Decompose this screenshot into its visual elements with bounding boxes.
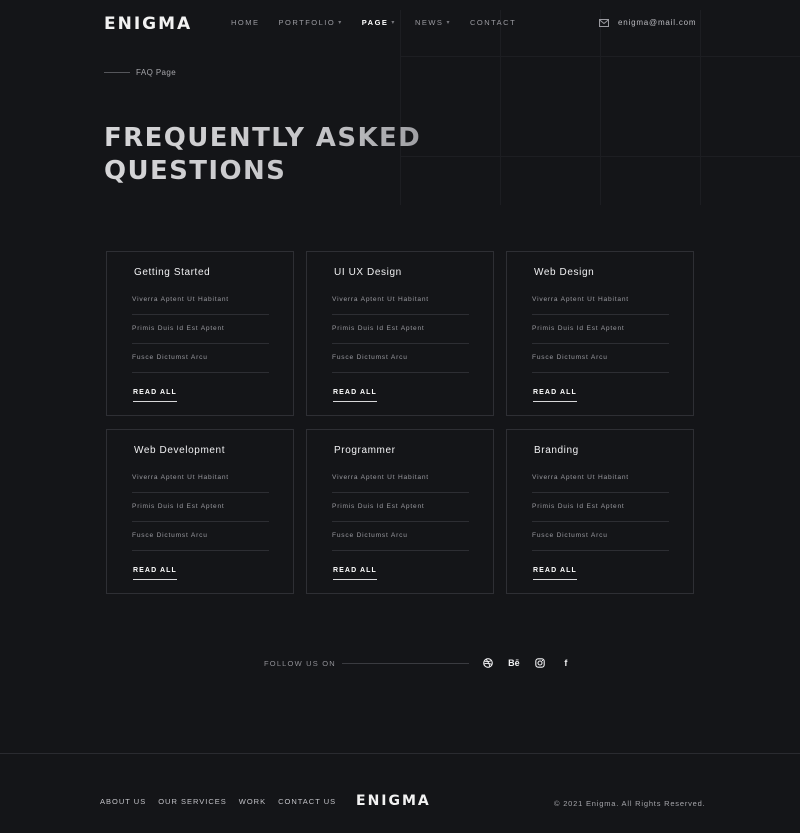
- read-all-link[interactable]: READ ALL: [333, 389, 377, 402]
- page-title-line-2: Questions: [104, 156, 287, 186]
- caret-down-icon: ▾: [338, 20, 343, 26]
- question-item[interactable]: Fusce Dictumst Arcu: [532, 344, 669, 373]
- card-title: UI UX Design: [334, 267, 402, 278]
- faq-card: Programmer Viverra Aptent Ut Habitant Pr…: [306, 429, 494, 594]
- footer-link-services[interactable]: OUR SERVICES: [158, 797, 227, 806]
- card-title: Branding: [534, 445, 579, 456]
- question-item[interactable]: Primis Duis Id Est Aptent: [332, 493, 469, 522]
- nav-item-label: PAGE: [361, 18, 389, 27]
- nav-item-label: PORTFOLIO: [278, 18, 336, 27]
- faq-card: Branding Viverra Aptent Ut Habitant Prim…: [506, 429, 694, 594]
- question-item[interactable]: Primis Duis Id Est Aptent: [532, 315, 669, 344]
- card-title: Web Design: [534, 267, 595, 278]
- read-all-link[interactable]: READ ALL: [533, 389, 577, 402]
- question-item[interactable]: Viverra Aptent Ut Habitant: [532, 464, 669, 493]
- faq-card: Web Development Viverra Aptent Ut Habita…: [106, 429, 294, 594]
- footer-link-work[interactable]: WORK: [239, 797, 266, 806]
- caret-down-icon: ▾: [446, 20, 451, 26]
- follow-us: FOLLOW US ON Bē f: [264, 656, 584, 670]
- card-title: Programmer: [334, 445, 396, 456]
- read-all-link[interactable]: READ ALL: [533, 567, 577, 580]
- card-title: Web Development: [134, 445, 226, 456]
- breadcrumb-line: [104, 72, 130, 73]
- nav-item-portfolio[interactable]: PORTFOLIO ▾: [279, 18, 343, 27]
- faq-card: UI UX Design Viverra Aptent Ut Habitant …: [306, 251, 494, 416]
- read-all-link[interactable]: READ ALL: [133, 567, 177, 580]
- page-title: Frequently Asked Questions: [104, 122, 504, 188]
- question-item[interactable]: Viverra Aptent Ut Habitant: [332, 286, 469, 315]
- nav-item-label: CONTACT: [469, 18, 517, 27]
- question-item[interactable]: Fusce Dictumst Arcu: [332, 522, 469, 551]
- site-logo[interactable]: ENIGMA: [104, 14, 192, 34]
- question-item[interactable]: Viverra Aptent Ut Habitant: [132, 464, 269, 493]
- instagram-icon[interactable]: [532, 656, 548, 670]
- question-item[interactable]: Primis Duis Id Est Aptent: [132, 493, 269, 522]
- card-title: Getting Started: [134, 267, 211, 278]
- read-all-link[interactable]: READ ALL: [333, 567, 377, 580]
- nav-item-home[interactable]: HOME: [231, 18, 260, 27]
- question-item[interactable]: Viverra Aptent Ut Habitant: [132, 286, 269, 315]
- question-item[interactable]: Fusce Dictumst Arcu: [132, 344, 269, 373]
- nav-item-page[interactable]: PAGE ▾: [362, 18, 396, 27]
- header-email-link[interactable]: enigma@mail.com: [599, 18, 696, 27]
- dribbble-icon[interactable]: [480, 656, 496, 670]
- question-item[interactable]: Viverra Aptent Ut Habitant: [332, 464, 469, 493]
- question-item[interactable]: Fusce Dictumst Arcu: [132, 522, 269, 551]
- caret-down-icon: ▾: [391, 20, 396, 26]
- footer-logo[interactable]: ENIGMA: [356, 793, 431, 809]
- social-links: Bē f: [480, 656, 584, 670]
- nav-item-news[interactable]: NEWS ▾: [415, 18, 451, 27]
- nav-item-label: NEWS: [414, 18, 444, 27]
- mail-icon: [599, 18, 609, 27]
- facebook-icon[interactable]: f: [558, 656, 574, 670]
- nav-item-contact[interactable]: CONTACT: [470, 18, 516, 27]
- faq-card: Getting Started Viverra Aptent Ut Habita…: [106, 251, 294, 416]
- copyright: © 2021 Enigma. All Rights Reserved.: [554, 799, 706, 808]
- question-item[interactable]: Fusce Dictumst Arcu: [532, 522, 669, 551]
- breadcrumb-label: FAQ Page: [136, 68, 177, 77]
- read-all-link[interactable]: READ ALL: [133, 389, 177, 402]
- footer-link-about[interactable]: ABOUT US: [100, 797, 146, 806]
- question-item[interactable]: Viverra Aptent Ut Habitant: [532, 286, 669, 315]
- footer-divider: [0, 753, 800, 754]
- nav-item-label: HOME: [231, 18, 260, 27]
- question-item[interactable]: Primis Duis Id Est Aptent: [132, 315, 269, 344]
- footer-nav: ABOUT US OUR SERVICES WORK CONTACT US: [100, 797, 348, 806]
- question-item[interactable]: Fusce Dictumst Arcu: [332, 344, 469, 373]
- footer-link-contact[interactable]: CONTACT US: [278, 797, 336, 806]
- follow-label: FOLLOW US ON: [264, 658, 336, 668]
- behance-icon[interactable]: Bē: [506, 656, 522, 670]
- page-title-line-1: Frequently Asked: [104, 123, 422, 153]
- question-item[interactable]: Primis Duis Id Est Aptent: [532, 493, 669, 522]
- question-item[interactable]: Primis Duis Id Est Aptent: [332, 315, 469, 344]
- breadcrumb: FAQ Page: [104, 68, 176, 77]
- faq-categories: Getting Started Viverra Aptent Ut Habita…: [106, 251, 694, 594]
- main-nav: HOME PORTFOLIO ▾ PAGE ▾ NEWS ▾ CONTACT: [231, 18, 535, 27]
- header-email: enigma@mail.com: [618, 18, 697, 27]
- follow-divider: [341, 662, 469, 664]
- faq-card: Web Design Viverra Aptent Ut Habitant Pr…: [506, 251, 694, 416]
